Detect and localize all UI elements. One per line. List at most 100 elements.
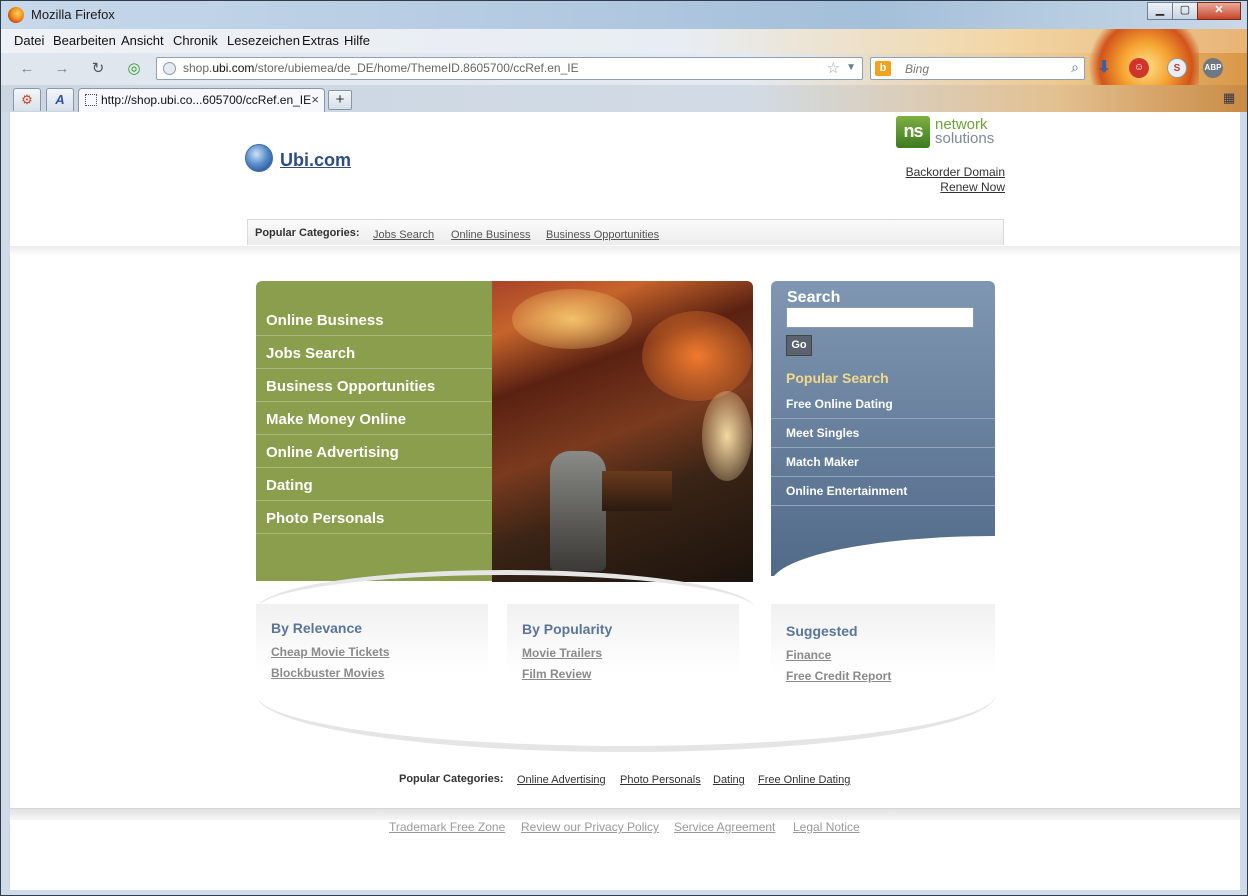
title-bar: Mozilla Firefox ▁ ▢ ✕: [1, 1, 1247, 29]
app-tab-a-icon[interactable]: A: [46, 88, 74, 111]
bookmark-star-icon[interactable]: ☆: [827, 59, 840, 77]
tab-title[interactable]: http://shop.ubi.co...605700/ccRef.en_IE: [101, 93, 311, 107]
suggested-box: Suggested Finance Free Credit Report: [771, 604, 995, 683]
url-text[interactable]: shop.ubi.com/store/ubiemea/de_DE/home/Th…: [183, 61, 579, 75]
back-arrow-icon[interactable]: ←: [18, 60, 36, 78]
category-make-money-online[interactable]: Make Money Online: [256, 402, 492, 435]
menu-bar: Datei Bearbeiten Ansicht Chronik Lesezei…: [1, 29, 1247, 53]
suggested-title: Suggested: [786, 623, 858, 639]
new-tab-button[interactable]: +: [328, 90, 352, 110]
finance-link[interactable]: Finance: [786, 648, 831, 662]
soldier-figure: [550, 451, 606, 571]
renew-now-link[interactable]: Renew Now: [940, 180, 1005, 194]
navigation-toolbar: ← → ↻ ◎ shop.ubi.com/store/ubiemea/de_DE…: [1, 53, 1247, 85]
by-relevance-title: By Relevance: [271, 620, 363, 636]
decorative-arc: [256, 694, 996, 752]
popular-search-online-entertainment[interactable]: Online Entertainment: [771, 477, 995, 506]
network-solutions-logo[interactable]: ns: [896, 116, 930, 148]
app-tab-firebug-icon[interactable]: ⚙: [13, 88, 41, 111]
popular-link-online-business[interactable]: Online Business: [451, 229, 531, 241]
firefox-icon: [8, 7, 24, 23]
menu-lesezeichen[interactable]: Lesezeichen: [227, 33, 300, 48]
bing-icon[interactable]: b: [875, 61, 891, 76]
site-title-link[interactable]: Ubi.com: [280, 150, 351, 171]
footer-service-agreement-link[interactable]: Service Agreement: [674, 820, 775, 834]
addon-face-icon[interactable]: ☺: [1129, 58, 1149, 78]
free-credit-report-link[interactable]: Free Credit Report: [786, 669, 891, 683]
by-relevance-box: By Relevance Cheap Movie Tickets Blockbu…: [256, 604, 488, 680]
movie-trailers-link[interactable]: Movie Trailers: [522, 646, 602, 660]
scene-light: [702, 391, 752, 481]
search-title: Search: [787, 289, 841, 306]
popular-search-free-online-dating[interactable]: Free Online Dating: [771, 390, 995, 419]
minimize-button[interactable]: ▁: [1147, 2, 1173, 20]
category-panel: Online Business Jobs Search Business Opp…: [256, 281, 492, 581]
window-title: Mozilla Firefox: [31, 7, 115, 22]
adblock-icon[interactable]: ABP: [1203, 58, 1223, 78]
page-content: Ubi.com ns network solutions Backorder D…: [10, 112, 1240, 890]
tab-close-icon[interactable]: ×: [311, 92, 319, 107]
by-popularity-box: By Popularity Movie Trailers Film Review: [507, 604, 739, 681]
reload-icon[interactable]: ↻: [89, 60, 107, 78]
popular-search-title: Popular Search: [786, 370, 889, 386]
bottom-popular-title: Popular Categories:: [399, 773, 504, 785]
popular-categories-title: Popular Categories:: [255, 227, 360, 239]
forward-arrow-icon[interactable]: →: [53, 60, 71, 78]
popular-link-jobs-search[interactable]: Jobs Search: [373, 229, 434, 241]
film-review-link[interactable]: Film Review: [522, 667, 591, 681]
menu-bearbeiten[interactable]: Bearbeiten: [53, 33, 116, 48]
browser-window: Mozilla Firefox ▁ ▢ ✕ Datei Bearbeiten A…: [0, 0, 1248, 896]
backorder-domain-link[interactable]: Backorder Domain: [906, 165, 1005, 179]
header-separator: [10, 246, 1240, 256]
search-input[interactable]: [786, 307, 974, 328]
url-history-dropdown-icon[interactable]: ▼: [846, 62, 856, 73]
popular-search-match-maker[interactable]: Match Maker: [771, 448, 995, 477]
ns-logo-text-solutions[interactable]: solutions: [935, 130, 994, 147]
close-button[interactable]: ✕: [1197, 2, 1241, 20]
scene-light: [642, 311, 752, 401]
scene-light: [512, 289, 632, 349]
page-favicon-icon: [85, 94, 97, 106]
url-bar[interactable]: shop.ubi.com/store/ubiemea/de_DE/home/Th…: [156, 57, 863, 80]
category-photo-personals[interactable]: Photo Personals: [256, 501, 492, 534]
download-icon[interactable]: ⬇: [1094, 58, 1114, 78]
bottom-link-free-online-dating[interactable]: Free Online Dating: [758, 774, 850, 786]
tab-bar: ⚙ A http://shop.ubi.co...605700/ccRef.en…: [1, 85, 1247, 112]
site-identity-icon[interactable]: [163, 62, 176, 75]
tab-groups-icon[interactable]: ▦: [1223, 91, 1237, 105]
bottom-link-online-advertising[interactable]: Online Advertising: [517, 774, 606, 786]
bottom-link-photo-personals[interactable]: Photo Personals: [620, 774, 701, 786]
cheap-movie-tickets-link[interactable]: Cheap Movie Tickets: [271, 645, 390, 659]
maximize-button[interactable]: ▢: [1172, 2, 1198, 20]
magnifier-icon[interactable]: ⌕: [1071, 59, 1079, 76]
noscript-icon[interactable]: S: [1167, 58, 1187, 78]
footer-legal-notice-link[interactable]: Legal Notice: [793, 820, 860, 834]
menu-hilfe[interactable]: Hilfe: [344, 33, 370, 48]
menu-datei[interactable]: Datei: [14, 33, 44, 48]
footer-privacy-link[interactable]: Review our Privacy Policy: [521, 820, 659, 834]
search-panel: Search Go Popular Search Free Online Dat…: [771, 281, 995, 576]
menu-ansicht[interactable]: Ansicht: [121, 33, 164, 48]
footer-separator: [10, 808, 1240, 820]
category-business-opportunities[interactable]: Business Opportunities: [256, 369, 492, 402]
category-dating[interactable]: Dating: [256, 468, 492, 501]
footer-trademark-link[interactable]: Trademark Free Zone: [389, 820, 505, 834]
hero-image: [492, 281, 753, 582]
blockbuster-movies-link[interactable]: Blockbuster Movies: [271, 666, 384, 680]
menu-chronik[interactable]: Chronik: [173, 33, 218, 48]
window-controls: ▁ ▢ ✕: [1147, 2, 1241, 20]
menu-extras[interactable]: Extras: [302, 33, 339, 48]
bottom-link-dating[interactable]: Dating: [713, 774, 745, 786]
go-button[interactable]: Go: [786, 335, 812, 356]
popular-categories-bar: Popular Categories: Jobs Search Online B…: [247, 219, 1004, 245]
building-doorway: [602, 471, 672, 511]
panel-curve: [771, 536, 995, 576]
category-online-business[interactable]: Online Business: [256, 303, 492, 336]
category-online-advertising[interactable]: Online Advertising: [256, 435, 492, 468]
popular-link-business-opportunities[interactable]: Business Opportunities: [546, 229, 659, 241]
search-bar[interactable]: b Bing ⌕: [870, 57, 1085, 80]
category-jobs-search[interactable]: Jobs Search: [256, 336, 492, 369]
sync-icon[interactable]: ◎: [125, 60, 143, 78]
popular-search-meet-singles[interactable]: Meet Singles: [771, 419, 995, 448]
tab-active[interactable]: http://shop.ubi.co...605700/ccRef.en_IE …: [78, 88, 325, 112]
